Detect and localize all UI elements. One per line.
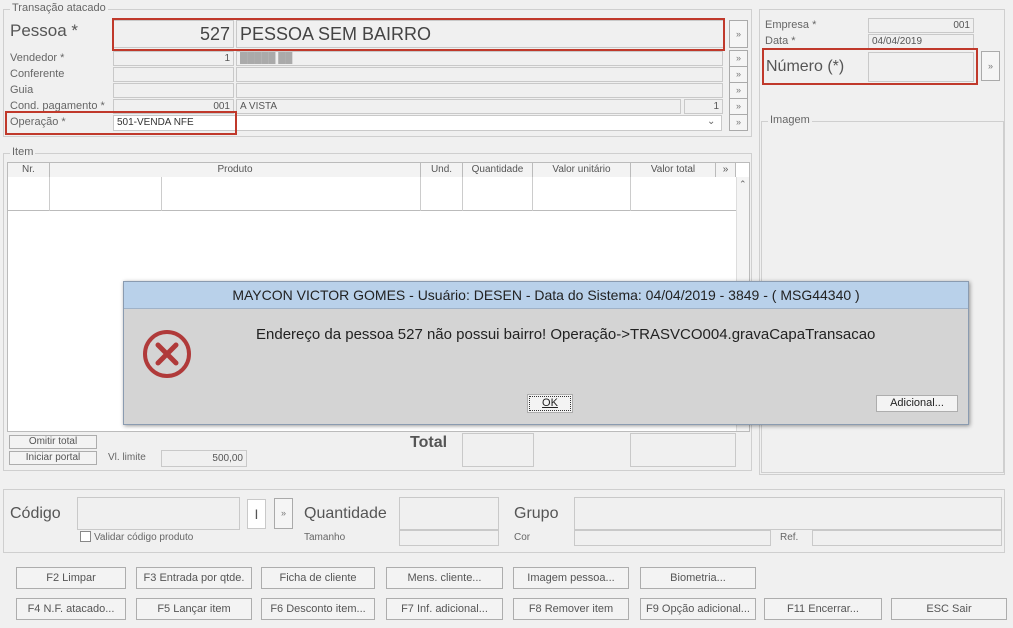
dialog-message: Endereço da pessoa 527 não possui bairro… [256,326,876,343]
column-header-valor-unitario[interactable]: Valor unitário [533,163,631,177]
ref-label: Ref. [780,532,799,543]
error-dialog: MAYCON VICTOR GOMES - Usuário: DESEN - D… [123,281,969,425]
error-icon [142,329,192,379]
quantidade-label: Quantidade [304,505,387,522]
omitir-total-button[interactable]: Omitir total [9,435,97,449]
ficha-cliente-button[interactable]: Ficha de cliente [261,567,375,589]
table-row[interactable] [8,177,736,211]
guia-label: Guia [10,84,34,96]
f4-nf-atacado-button[interactable]: F4 N.F. atacado... [16,598,126,620]
imagem-legend: Imagem [768,114,812,126]
codigo-label: Código [10,505,61,522]
f7-inf-adicional-button[interactable]: F7 Inf. adicional... [386,598,503,620]
numero-highlight [762,48,978,85]
row-divider [420,177,421,211]
pessoa-highlight [112,18,725,51]
column-header-produto[interactable]: Produto [50,163,421,177]
row-divider [630,177,631,211]
guia-code-field[interactable] [113,83,234,98]
cond-pagamento-name-field[interactable]: A VISTA [236,99,681,114]
vl-limite-field[interactable]: 500,00 [161,450,247,467]
cor-label: Cor [514,532,531,543]
transacao-legend: Transação atacado [10,2,108,14]
data-label: Data * [765,35,796,47]
conferente-label: Conferente [10,68,65,80]
vendedor-name-field[interactable]: █████ ██ [236,51,723,66]
total-value-field [630,433,736,467]
row-divider [532,177,533,211]
f9-opcao-adicional-button[interactable]: F9 Opção adicional... [640,598,756,620]
codigo-lookup-button[interactable]: » [274,498,293,529]
numero-lookup-button[interactable]: » [981,51,1000,81]
f8-remover-item-button[interactable]: F8 Remover item [513,598,629,620]
mens-cliente-button[interactable]: Mens. cliente... [386,567,503,589]
column-header-und[interactable]: Und. [421,163,463,177]
column-header-nr[interactable]: Nr. [8,163,50,177]
grupo-label: Grupo [514,505,559,522]
pessoa-label: Pessoa * [10,21,79,40]
tamanho-field[interactable] [399,530,499,546]
f11-encerrar-button[interactable]: F11 Encerrar... [764,598,882,620]
vl-limite-label: Vl. limite [108,452,146,463]
operacao-lookup-button[interactable]: » [729,114,748,131]
adicional-button[interactable]: Adicional... [876,395,958,412]
data-field[interactable]: 04/04/2019 [868,34,974,49]
cond-parcelas-field[interactable]: 1 [684,99,723,114]
validar-checkbox[interactable] [80,531,91,542]
chevron-down-icon[interactable]: ⌄ [707,116,715,127]
empresa-field[interactable]: 001 [868,18,974,33]
total-quantity-field [462,433,534,467]
ok-button[interactable]: OK [527,394,573,413]
pessoa-lookup-button[interactable]: » [729,20,748,48]
operacao-highlight [5,111,237,135]
iniciar-portal-button[interactable]: Iniciar portal [9,451,97,465]
f2-limpar-button[interactable]: F2 Limpar [16,567,126,589]
esc-sair-button[interactable]: ESC Sair [891,598,1007,620]
vendedor-lookup-button[interactable]: » [729,50,748,67]
f3-entrada-qtde-button[interactable]: F3 Entrada por qtde. [136,567,252,589]
vendedor-code-field[interactable]: 1 [113,51,234,66]
f5-lancar-item-button[interactable]: F5 Lançar item [136,598,252,620]
item-legend: Item [10,146,36,158]
window-body: { "transacao": { "legend": "Transação at… [0,0,1013,628]
guia-name-field[interactable] [236,83,723,98]
tamanho-label: Tamanho [304,532,346,543]
cond-pagamento-lookup-button[interactable]: » [729,98,748,115]
codigo-mode-field[interactable]: I [247,499,266,529]
validar-label[interactable]: Validar código produto [94,532,193,543]
empresa-label: Empresa * [765,19,817,31]
ref-field[interactable] [812,530,1002,546]
dialog-title[interactable]: MAYCON VICTOR GOMES - Usuário: DESEN - D… [124,282,968,309]
column-settings-button[interactable]: » [716,163,736,177]
column-header-valor-total[interactable]: Valor total [631,163,716,177]
row-divider [462,177,463,211]
conferente-code-field[interactable] [113,67,234,82]
scroll-up-icon[interactable]: ⌃ [739,179,747,190]
grupo-field[interactable] [574,497,1002,530]
quantidade-field[interactable] [399,497,499,530]
guia-lookup-button[interactable]: » [729,82,748,99]
conferente-lookup-button[interactable]: » [729,66,748,83]
row-divider [49,177,50,211]
imagem-pessoa-button[interactable]: Imagem pessoa... [513,567,629,589]
column-header-quantidade[interactable]: Quantidade [463,163,533,177]
codigo-field[interactable] [77,497,240,530]
f6-desconto-item-button[interactable]: F6 Desconto item... [261,598,375,620]
vendedor-label: Vendedor * [10,52,65,64]
cor-field[interactable] [574,530,771,546]
total-label: Total [410,434,448,451]
row-divider [161,177,162,211]
conferente-name-field[interactable] [236,67,723,82]
biometria-button[interactable]: Biometria... [640,567,756,589]
